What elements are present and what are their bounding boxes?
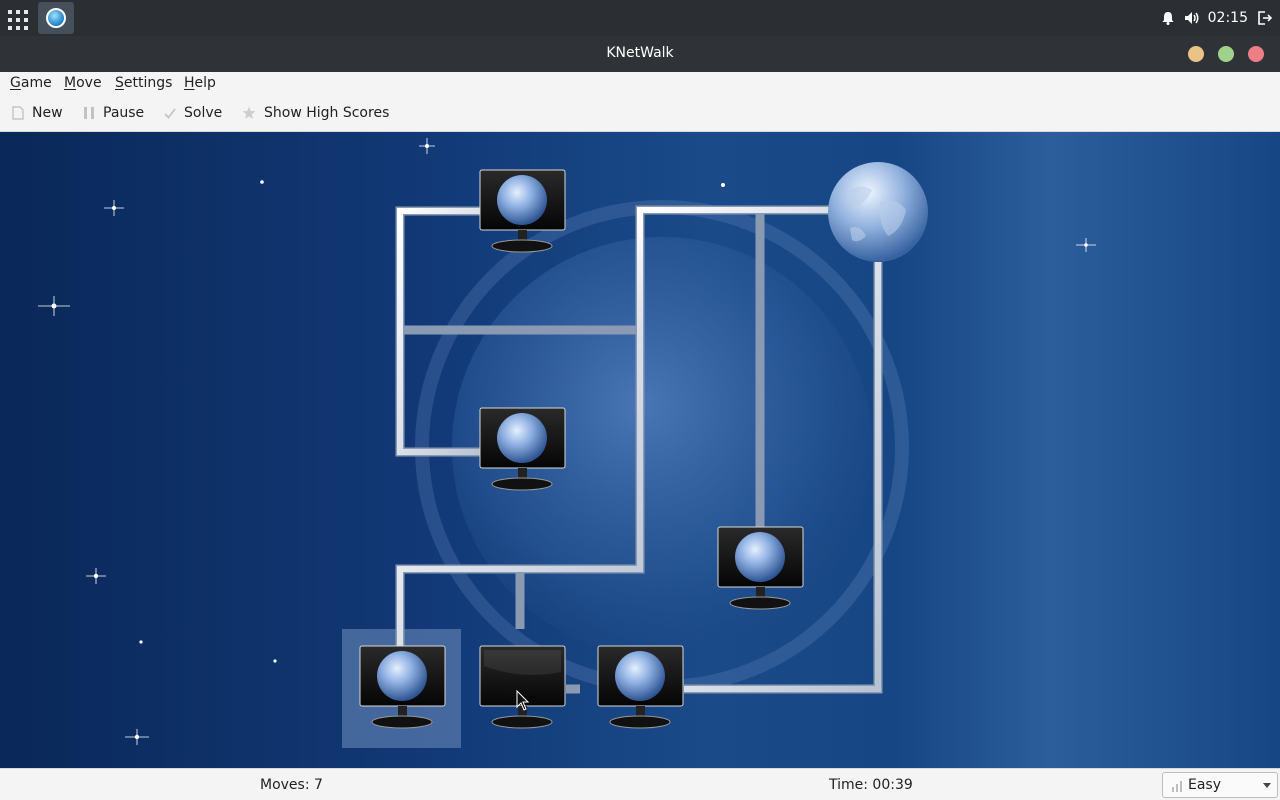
window-title: KNetWalk (606, 45, 674, 61)
pause-icon (83, 106, 95, 120)
game-board[interactable] (0, 132, 1280, 768)
moves-counter: Moves: 7 (260, 777, 323, 793)
menu-move[interactable]: Move (64, 75, 102, 91)
menu-help[interactable]: Help (184, 75, 216, 91)
pause-button[interactable]: Pause (83, 105, 144, 121)
knetwalk-task-icon[interactable] (38, 2, 74, 34)
status-bar: Moves: 7 Time: 00:39 Easy (0, 768, 1280, 800)
new-button[interactable]: New (12, 105, 63, 121)
pause-label: Pause (103, 105, 145, 121)
globe-server-icon[interactable] (828, 162, 928, 262)
difficulty-select[interactable]: Easy (1162, 772, 1278, 798)
close-button[interactable] (1248, 46, 1264, 62)
app-launcher-icon[interactable] (4, 4, 32, 32)
terminal-bottom-right[interactable] (597, 645, 684, 729)
menu-bar: Game Move Settings Help (0, 72, 1280, 96)
logout-icon[interactable] (1256, 10, 1273, 26)
toolbar: New Pause Solve Show High Scores (0, 96, 1280, 132)
minimize-button[interactable] (1188, 46, 1204, 62)
high-scores-label: Show High Scores (264, 105, 390, 121)
new-label: New (32, 105, 63, 121)
solve-button[interactable]: Solve (164, 105, 222, 121)
checkmark-icon (164, 106, 176, 120)
terminal-bottom-middle[interactable] (479, 645, 566, 729)
chevron-down-icon (1263, 783, 1271, 788)
new-document-icon (12, 106, 24, 120)
menu-settings[interactable]: Settings (115, 75, 172, 91)
star-icon (242, 106, 256, 120)
clock[interactable]: 02:15 (1208, 10, 1248, 26)
difficulty-value: Easy (1188, 777, 1222, 793)
solve-label: Solve (184, 105, 223, 121)
show-high-scores-button[interactable]: Show High Scores (242, 105, 389, 121)
time-counter: Time: 00:39 (829, 777, 913, 793)
menu-game[interactable]: Game (10, 75, 52, 91)
window-titlebar: KNetWalk (0, 36, 1280, 72)
maximize-button[interactable] (1218, 46, 1234, 62)
bell-icon[interactable] (1160, 10, 1176, 26)
volume-icon[interactable] (1184, 10, 1200, 26)
difficulty-level-icon (1171, 779, 1185, 793)
system-tray: 02:15 (1160, 0, 1280, 36)
system-panel: 02:15 (0, 0, 1280, 36)
